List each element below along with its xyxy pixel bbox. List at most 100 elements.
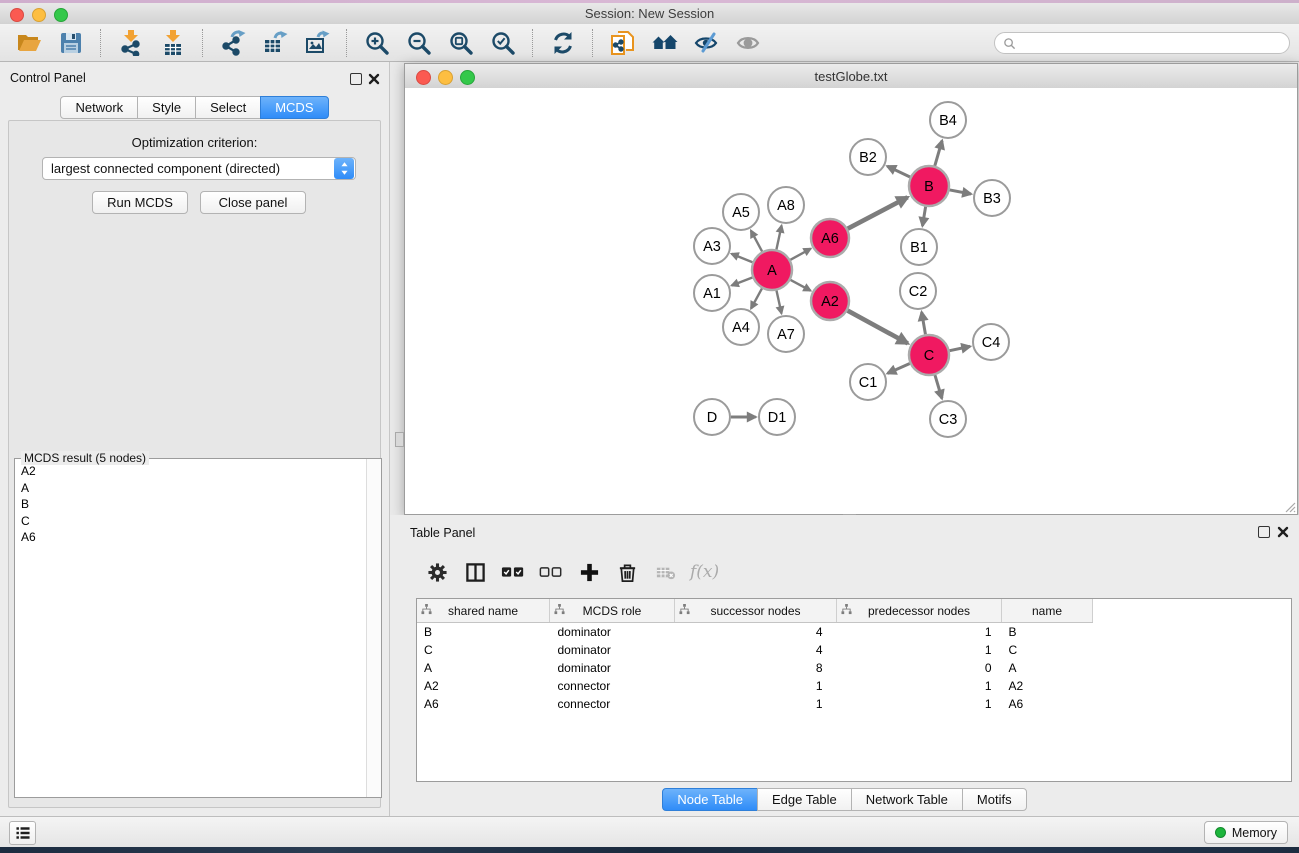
- tab-mcds[interactable]: MCDS: [260, 96, 328, 119]
- network-canvas[interactable]: B4 B2 B B3 B1 A5A8A6 A3 A A1 A2 C2 A4A7 C4 C C1 C3 D D1: [405, 88, 1297, 514]
- edge-C-C1[interactable]: [888, 363, 910, 373]
- graph-node-C4[interactable]: C4: [973, 324, 1009, 360]
- graph-node-C1[interactable]: C1: [850, 364, 886, 400]
- table-row[interactable]: Adominator80A: [417, 659, 1093, 677]
- mcds-result-item[interactable]: A: [16, 480, 366, 497]
- graph-node-A2[interactable]: A2: [811, 282, 849, 320]
- graph-node-A7[interactable]: A7: [768, 316, 804, 352]
- edge-B-B3[interactable]: [950, 190, 971, 194]
- refresh-icon[interactable]: [546, 27, 580, 59]
- close-table-panel-icon[interactable]: [1277, 525, 1289, 537]
- graph-node-A4[interactable]: A4: [723, 309, 759, 345]
- run-mcds-button[interactable]: Run MCDS: [92, 191, 188, 214]
- zoom-out-icon[interactable]: [402, 27, 436, 59]
- edge-B-B2[interactable]: [887, 166, 910, 177]
- graph-node-C[interactable]: C: [909, 335, 949, 375]
- resize-grip-icon[interactable]: [1282, 499, 1296, 513]
- vertical-splitter-handle[interactable]: [395, 432, 404, 447]
- mcds-result-item[interactable]: A2: [16, 463, 366, 480]
- edge-A-A7[interactable]: [776, 291, 781, 314]
- graph-node-B1[interactable]: B1: [901, 229, 937, 265]
- import-network-icon[interactable]: [114, 27, 148, 59]
- column-header-MCDS-role[interactable]: MCDS role: [550, 599, 675, 623]
- zoom-selected-icon[interactable]: [486, 27, 520, 59]
- column-header-name[interactable]: name: [1002, 599, 1093, 623]
- export-network-icon[interactable]: [216, 27, 250, 59]
- edge-A-A6[interactable]: [790, 249, 810, 260]
- edge-C-C3[interactable]: [935, 375, 942, 398]
- edge-A-A5[interactable]: [751, 231, 762, 252]
- float-table-panel-icon[interactable]: [1258, 526, 1270, 538]
- graph-node-B2[interactable]: B2: [850, 139, 886, 175]
- graph-node-A6[interactable]: A6: [811, 219, 849, 257]
- clone-network-icon[interactable]: [606, 27, 640, 59]
- close-panel-icon[interactable]: [368, 72, 380, 84]
- delete-column-icon[interactable]: [612, 557, 642, 587]
- edge-A-A8[interactable]: [776, 226, 781, 250]
- edge-C-C2[interactable]: [922, 312, 926, 334]
- graph-node-C3[interactable]: C3: [930, 401, 966, 437]
- zoom-in-icon[interactable]: [360, 27, 394, 59]
- search-input[interactable]: [994, 32, 1290, 54]
- mcds-result-item[interactable]: A6: [16, 529, 366, 546]
- export-table-icon[interactable]: [258, 27, 292, 59]
- table-row[interactable]: A2connector11A2: [417, 677, 1093, 695]
- graph-node-A8[interactable]: A8: [768, 187, 804, 223]
- hide-graphics-details-icon[interactable]: [690, 27, 724, 59]
- edge-A2-C[interactable]: [848, 311, 908, 344]
- edge-A-A4[interactable]: [751, 288, 762, 308]
- show-graphics-details-icon[interactable]: [732, 27, 766, 59]
- column-header-successor-nodes[interactable]: successor nodes: [675, 599, 837, 623]
- edge-A6-B[interactable]: [848, 197, 908, 228]
- task-history-button[interactable]: [9, 821, 36, 845]
- float-panel-icon[interactable]: [350, 73, 362, 85]
- save-session-icon[interactable]: [54, 27, 88, 59]
- edge-A-A3[interactable]: [731, 254, 752, 262]
- graph-node-B3[interactable]: B3: [974, 180, 1010, 216]
- scrollbar-track[interactable]: [366, 459, 381, 797]
- graph-node-A[interactable]: A: [752, 250, 792, 290]
- graph-node-B[interactable]: B: [909, 166, 949, 206]
- import-table-icon[interactable]: [156, 27, 190, 59]
- mcds-result-item[interactable]: C: [16, 513, 366, 530]
- deselect-all-columns-icon[interactable]: [536, 557, 566, 587]
- edge-A-A2[interactable]: [791, 280, 811, 291]
- graph-node-D[interactable]: D: [694, 399, 730, 435]
- table-row[interactable]: A6connector11A6: [417, 695, 1093, 713]
- table-tab-network-table[interactable]: Network Table: [851, 788, 963, 811]
- graph-node-B4[interactable]: B4: [930, 102, 966, 138]
- edge-B-B1[interactable]: [922, 207, 925, 226]
- search-field[interactable]: [1020, 35, 1289, 51]
- table-tab-edge-table[interactable]: Edge Table: [757, 788, 852, 811]
- add-column-icon[interactable]: [574, 557, 604, 587]
- column-header-shared-name[interactable]: shared name: [417, 599, 550, 623]
- graph-node-A3[interactable]: A3: [694, 228, 730, 264]
- mcds-result-item[interactable]: B: [16, 496, 366, 513]
- close-panel-button[interactable]: Close panel: [200, 191, 306, 214]
- select-all-columns-icon[interactable]: [498, 557, 528, 587]
- open-session-icon[interactable]: [12, 27, 46, 59]
- export-image-icon[interactable]: [300, 27, 334, 59]
- table-row[interactable]: Cdominator41C: [417, 641, 1093, 659]
- table-row[interactable]: Bdominator41B: [417, 623, 1093, 642]
- graph-node-A5[interactable]: A5: [723, 194, 759, 230]
- tab-select[interactable]: Select: [195, 96, 261, 119]
- tab-network[interactable]: Network: [60, 96, 138, 119]
- table-tab-motifs[interactable]: Motifs: [962, 788, 1027, 811]
- columns-icon[interactable]: [460, 557, 490, 587]
- edge-A-A1[interactable]: [732, 278, 753, 286]
- table-tab-node-table[interactable]: Node Table: [662, 788, 758, 811]
- tab-style[interactable]: Style: [137, 96, 196, 119]
- column-header-predecessor-nodes[interactable]: predecessor nodes: [837, 599, 1002, 623]
- graph-node-C2[interactable]: C2: [900, 273, 936, 309]
- home-icon[interactable]: [648, 27, 682, 59]
- criterion-dropdown[interactable]: largest connected component (directed): [42, 157, 356, 180]
- edge-C-C4[interactable]: [950, 346, 971, 350]
- zoom-fit-icon[interactable]: [444, 27, 478, 59]
- memory-button[interactable]: Memory: [1204, 821, 1288, 844]
- gear-icon[interactable]: [422, 557, 452, 587]
- network-window-titlebar[interactable]: testGlobe.txt: [405, 64, 1297, 89]
- graph-node-A1[interactable]: A1: [694, 275, 730, 311]
- edge-B-B4[interactable]: [935, 141, 942, 166]
- graph-node-D1[interactable]: D1: [759, 399, 795, 435]
